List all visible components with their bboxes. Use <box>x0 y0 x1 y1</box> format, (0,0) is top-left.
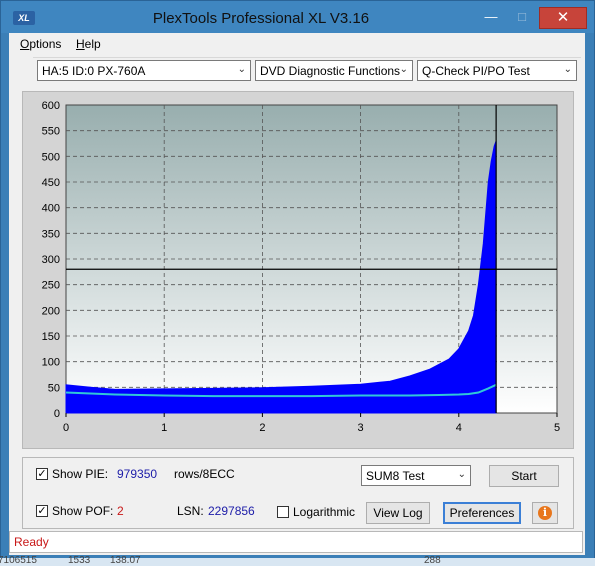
bg-fragment: 138.07 <box>110 555 141 566</box>
test-select-value: Q-Check PI/PO Test <box>422 64 530 78</box>
bg-fragment: 7106515 <box>0 555 37 566</box>
poe-value: 2 <box>117 504 124 518</box>
y-axis-ticks: 0 50 100 150 200 250 300 350 400 450 500 550 600 <box>42 100 60 420</box>
close-button[interactable]: ✕ <box>539 7 587 29</box>
maximize-button[interactable]: □ <box>508 7 536 27</box>
status-text: Ready <box>14 535 49 549</box>
menu-help[interactable]: Help <box>76 37 101 51</box>
x-tick-label: 2 <box>259 422 265 434</box>
show-pie-label: Show PIE: <box>52 467 109 481</box>
logarithmic-checkbox[interactable] <box>277 506 289 518</box>
info-icon: i <box>538 506 552 520</box>
y-tick-label: 150 <box>42 331 60 343</box>
chevron-down-icon: ⌄ <box>563 64 572 75</box>
menu-options-rest: ptions <box>29 37 62 51</box>
y-tick-label: 100 <box>42 357 60 369</box>
pie-chart-plot: 0 50 100 150 200 250 300 350 400 450 500 550 600 0 1 2… <box>42 100 560 434</box>
logarithmic-label: Logarithmic <box>293 505 356 519</box>
y-tick-label: 0 <box>54 408 60 420</box>
x-tick-label: 5 <box>554 422 560 434</box>
view-log-button[interactable]: View Log <box>366 502 430 524</box>
show-pie-checkbox[interactable]: ✓ <box>36 468 48 480</box>
minimize-button[interactable]: — <box>477 7 505 27</box>
drive-select-value: HA:5 ID:0 PX-760A <box>42 64 146 78</box>
x-axis-ticks: 0 1 2 3 4 5 <box>63 413 560 434</box>
y-tick-label: 600 <box>42 100 60 112</box>
chart-panel: 0 50 100 150 200 250 300 350 400 450 500 550 600 0 1 2… <box>22 91 574 449</box>
drive-select[interactable]: HA:5 ID:0 PX-760A ⌄ <box>37 60 251 81</box>
y-tick-label: 450 <box>42 177 60 189</box>
window-title: PlexTools Professional XL V3.16 <box>152 10 370 27</box>
pie-unit: rows/8ECC <box>174 467 235 481</box>
x-tick-label: 3 <box>358 422 364 434</box>
preferences-button[interactable]: Preferences <box>443 502 521 524</box>
x-tick-label: 1 <box>161 422 167 434</box>
sum-test-select-value: SUM8 Test <box>366 469 425 483</box>
bg-fragment: 1533 <box>68 555 91 566</box>
test-select[interactable]: Q-Check PI/PO Test ⌄ <box>417 60 577 81</box>
y-tick-label: 350 <box>42 228 60 240</box>
start-button[interactable]: Start <box>489 465 559 487</box>
y-tick-label: 50 <box>48 382 60 394</box>
function-select-value: DVD Diagnostic Functions <box>260 64 401 78</box>
show-poe-label: Show POF: <box>52 504 114 518</box>
y-tick-label: 550 <box>42 126 60 138</box>
x-tick-label: 4 <box>456 422 462 434</box>
function-select[interactable]: DVD Diagnostic Functions ⌄ <box>255 60 413 81</box>
chevron-down-icon: ⌄ <box>237 64 246 75</box>
y-tick-label: 400 <box>42 203 60 215</box>
chevron-down-icon: ⌄ <box>457 469 466 480</box>
y-tick-label: 250 <box>42 280 60 292</box>
y-tick-label: 300 <box>42 254 60 266</box>
show-poe-checkbox[interactable]: ✓ <box>36 505 48 517</box>
status-bar: Ready <box>9 531 583 553</box>
title-bar: XL PlexTools Professional XL V3.16 — □ ✕ <box>1 1 594 33</box>
background-window-strip: 7106515 1533 138.07 288 <box>0 555 595 566</box>
menu-help-mnemonic: H <box>76 37 85 51</box>
sum-test-select[interactable]: SUM8 Test ⌄ <box>361 465 471 486</box>
info-button[interactable]: i <box>532 502 558 524</box>
bg-fragment: 288 <box>424 555 441 566</box>
y-tick-label: 500 <box>42 151 60 163</box>
menu-bar: Options Help <box>9 33 585 55</box>
lsn-label: LSN: <box>177 504 204 518</box>
toolbar: HA:5 ID:0 PX-760A ⌄ DVD Diagnostic Funct… <box>33 57 581 84</box>
y-tick-label: 200 <box>42 305 60 317</box>
lsn-value: 2297856 <box>208 504 255 518</box>
chevron-down-icon: ⌄ <box>399 64 408 75</box>
pie-value: 979350 <box>117 467 158 481</box>
menu-options[interactable]: Options <box>20 37 61 51</box>
x-tick-label: 0 <box>63 422 69 434</box>
menu-options-mnemonic: O <box>20 37 30 51</box>
menu-help-rest: elp <box>84 37 101 51</box>
main-window: XL PlexTools Professional XL V3.16 — □ ✕… <box>0 0 595 560</box>
client-area: Options Help HA:5 ID:0 PX-760A ⌄ DVD Dia… <box>9 33 585 555</box>
controls-panel: ✓ Show PIE: 979350 rows/8ECC SUM8 Test ⌄… <box>22 457 574 529</box>
